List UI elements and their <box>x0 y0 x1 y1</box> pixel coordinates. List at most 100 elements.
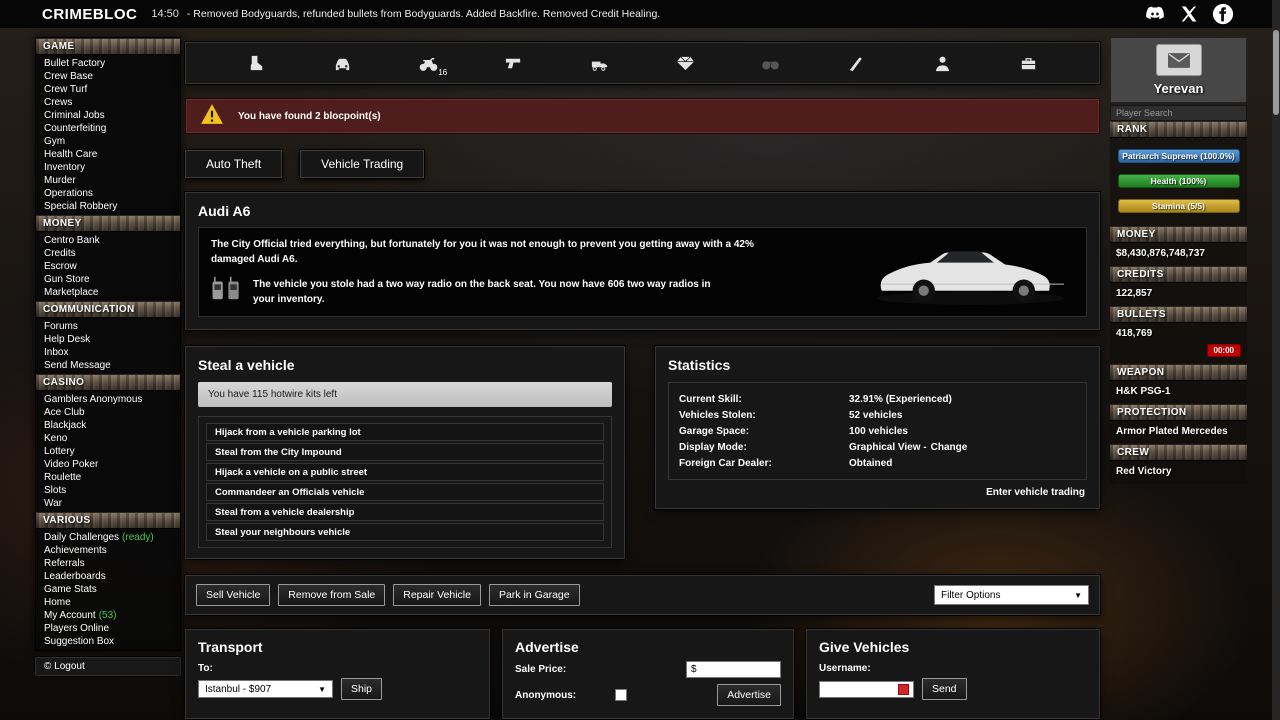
motorcycle-icon[interactable]: 16 <box>410 48 446 78</box>
pistol-icon[interactable] <box>496 48 532 78</box>
steal-option-parking-lot[interactable]: Hijack from a vehicle parking lot <box>206 423 604 441</box>
car-icon[interactable] <box>325 48 361 78</box>
stat-row-vehicles-stolen: Vehicles Stolen:52 vehicles <box>679 407 1076 423</box>
money-header: MONEY <box>1110 226 1247 243</box>
briefcase-icon[interactable] <box>1010 48 1046 78</box>
sidebar-item-gamblers-anonymous[interactable]: Gamblers Anonymous <box>36 393 180 406</box>
sidebar-item-operations[interactable]: Operations <box>36 187 180 200</box>
inbox-envelope-icon[interactable] <box>1156 44 1202 76</box>
repair-vehicle-button[interactable]: Repair Vehicle <box>393 584 481 606</box>
sidebar-item-criminal-jobs[interactable]: Criminal Jobs <box>36 109 180 122</box>
facebook-icon[interactable] <box>1212 3 1234 25</box>
server-time: 14:50 <box>151 8 179 20</box>
sidebar-item-video-poker[interactable]: Video Poker <box>36 458 180 471</box>
sidebar-item-help-desk[interactable]: Help Desk <box>36 333 180 346</box>
various-menu: Daily Challenges(ready) Achievements Ref… <box>36 529 180 650</box>
tab-vehicle-trading[interactable]: Vehicle Trading <box>300 150 424 178</box>
sidebar-item-lottery[interactable]: Lottery <box>36 445 180 458</box>
username-input[interactable] <box>819 681 914 698</box>
park-in-garage-button[interactable]: Park in Garage <box>489 584 580 606</box>
sidebar-item-bullet-factory[interactable]: Bullet Factory <box>36 57 180 70</box>
sidebar-item-roulette[interactable]: Roulette <box>36 471 180 484</box>
sidebar-item-home[interactable]: Home <box>36 596 180 609</box>
travel-icon[interactable] <box>239 48 275 78</box>
sidebar-item-murder[interactable]: Murder <box>36 174 180 187</box>
steal-option-dealership[interactable]: Steal from a vehicle dealership <box>206 503 604 521</box>
sidebar-item-health-care[interactable]: Health Care <box>36 148 180 161</box>
page-scrollbar[interactable] <box>1272 0 1280 720</box>
sidebar-item-players-online[interactable]: Players Online <box>36 622 180 635</box>
give-vehicles-title: Give Vehicles <box>819 639 1087 655</box>
sidebar-item-special-robbery[interactable]: Special Robbery <box>36 200 180 213</box>
ship-button[interactable]: Ship <box>341 678 382 700</box>
sidebar-item-gun-store[interactable]: Gun Store <box>36 273 180 286</box>
blocpoint-alert[interactable]: You have found 2 blocpoint(s) <box>185 98 1100 134</box>
hotwire-kits-bar: You have 115 hotwire kits left <box>198 382 612 407</box>
sidebar-item-counterfeiting[interactable]: Counterfeiting <box>36 122 180 135</box>
diamond-icon[interactable] <box>667 48 703 78</box>
advertise-title: Advertise <box>515 639 781 655</box>
x-twitter-icon[interactable] <box>1180 5 1198 23</box>
enter-vehicle-trading-link[interactable]: Enter vehicle trading <box>986 487 1085 498</box>
stamina-bar[interactable]: Stamina (5/5) <box>1118 199 1240 213</box>
sidebar-item-slots[interactable]: Slots <box>36 484 180 497</box>
knife-icon[interactable] <box>839 48 875 78</box>
sidebar-item-daily-challenges[interactable]: Daily Challenges(ready) <box>36 531 180 544</box>
sidebar-item-escrow[interactable]: Escrow <box>36 260 180 273</box>
credits-value: 122,857 <box>1110 283 1247 306</box>
sidebar-item-crew-turf[interactable]: Crew Turf <box>36 83 180 96</box>
truck-icon[interactable] <box>582 48 618 78</box>
filter-options-select[interactable]: Filter Options▼ <box>934 585 1089 605</box>
tab-bar: Auto Theft Vehicle Trading <box>185 150 1100 178</box>
sidebar-item-my-account[interactable]: My Account(53) <box>36 609 180 622</box>
sell-vehicle-button[interactable]: Sell Vehicle <box>196 584 270 606</box>
steal-option-city-impound[interactable]: Steal from the City Impound <box>206 443 604 461</box>
sidebar-item-inventory[interactable]: Inventory <box>36 161 180 174</box>
change-display-mode-link[interactable]: Change <box>931 442 968 453</box>
advertise-button[interactable]: Advertise <box>717 684 781 706</box>
unread-count-badge: (53) <box>99 610 117 621</box>
tab-auto-theft[interactable]: Auto Theft <box>185 150 282 178</box>
discord-icon[interactable] <box>1144 3 1166 25</box>
sidebar-item-leaderboards[interactable]: Leaderboards <box>36 570 180 583</box>
rank-bar[interactable]: Patriarch Supreme (100.0%) <box>1118 149 1240 163</box>
logout-button[interactable]: © Logout <box>35 657 181 676</box>
sidebar-item-achievements[interactable]: Achievements <box>36 544 180 557</box>
bullets-header: BULLETS <box>1110 306 1247 323</box>
steal-option-officials-vehicle[interactable]: Commandeer an Officials vehicle <box>206 483 604 501</box>
send-button[interactable]: Send <box>922 678 967 700</box>
sale-price-input[interactable]: $ <box>686 661 781 678</box>
sidebar-item-crew-base[interactable]: Crew Base <box>36 70 180 83</box>
sidebar-item-game-stats[interactable]: Game Stats <box>36 583 180 596</box>
sidebar-item-crews[interactable]: Crews <box>36 96 180 109</box>
health-bar[interactable]: Health (100%) <box>1118 174 1240 188</box>
sidebar-item-referrals[interactable]: Referrals <box>36 557 180 570</box>
sidebar-item-war[interactable]: War <box>36 497 180 510</box>
sidebar-item-keno[interactable]: Keno <box>36 432 180 445</box>
sidebar-item-credits[interactable]: Credits <box>36 247 180 260</box>
sidebar-item-blackjack[interactable]: Blackjack <box>36 419 180 432</box>
sidebar-item-ace-club[interactable]: Ace Club <box>36 406 180 419</box>
game-menu: Bullet Factory Crew Base Crew Turf Crews… <box>36 55 180 215</box>
left-sidebar: GAME Bullet Factory Crew Base Crew Turf … <box>35 37 181 676</box>
sidebar-item-gym[interactable]: Gym <box>36 135 180 148</box>
anonymous-checkbox[interactable] <box>615 689 627 701</box>
agent-icon[interactable] <box>924 48 960 78</box>
walkie-talkie-icon <box>211 275 243 308</box>
main-content: 16 You have found 2 blocpoint(s) Auto Th… <box>185 42 1100 720</box>
sidebar-item-send-message[interactable]: Send Message <box>36 359 180 372</box>
player-search-input[interactable] <box>1110 105 1247 121</box>
sidebar-item-centro-bank[interactable]: Centro Bank <box>36 234 180 247</box>
money-menu: Centro Bank Credits Escrow Gun Store Mar… <box>36 232 180 301</box>
scrollbar-thumb[interactable] <box>1273 30 1279 115</box>
remove-from-sale-button[interactable]: Remove from Sale <box>278 584 385 606</box>
sidebar-item-inbox[interactable]: Inbox <box>36 346 180 359</box>
steal-option-neighbours[interactable]: Steal your neighbours vehicle <box>206 523 604 541</box>
destination-select[interactable]: Istanbul - $907▼ <box>198 680 333 698</box>
steal-option-public-street[interactable]: Hijack a vehicle on a public street <box>206 463 604 481</box>
sidebar-item-suggestion-box[interactable]: Suggestion Box <box>36 635 180 648</box>
give-vehicles-panel: Give Vehicles Username: Send <box>806 629 1100 719</box>
sidebar-item-marketplace[interactable]: Marketplace <box>36 286 180 299</box>
sidebar-item-forums[interactable]: Forums <box>36 320 180 333</box>
transport-panel: Transport To: Istanbul - $907▼ Ship <box>185 629 490 719</box>
